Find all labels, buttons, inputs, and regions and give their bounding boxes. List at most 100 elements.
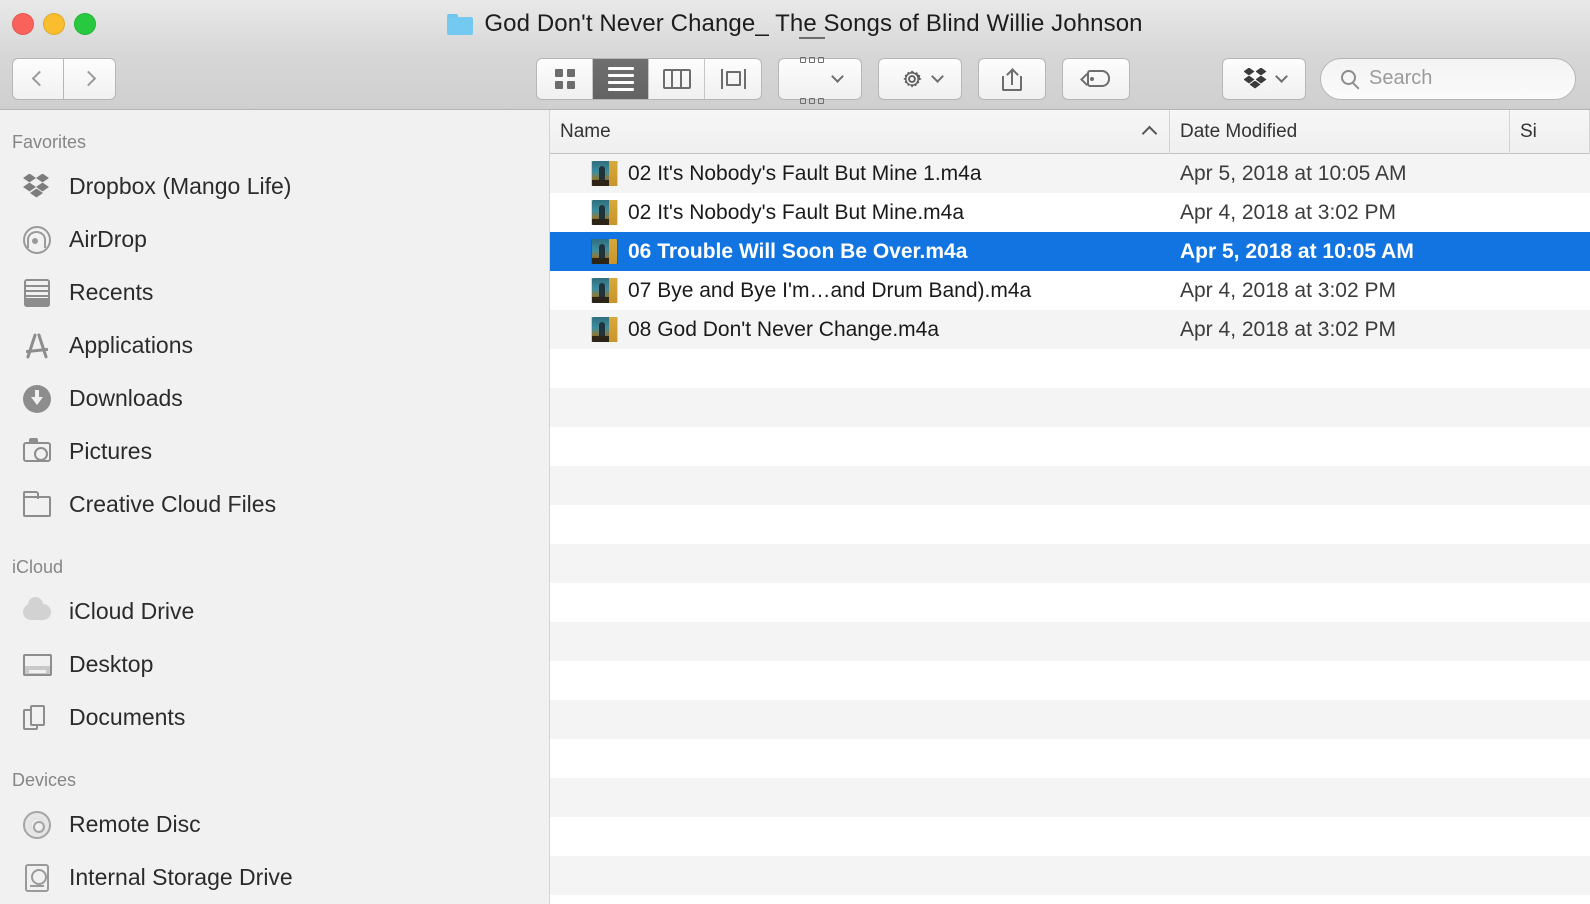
sidebar-item-label: Internal Storage Drive <box>69 864 293 890</box>
column-header-row: Name Date Modified Si <box>550 110 1590 154</box>
album-art-icon <box>592 161 617 186</box>
downloads-icon <box>22 384 52 414</box>
window-body: Favorites Dropbox (Mango Life) AirDrop R… <box>0 110 1590 904</box>
sidebar-item-label: AirDrop <box>69 226 147 252</box>
arrange-icon <box>798 36 825 121</box>
action-menu-button[interactable] <box>878 57 962 100</box>
chevron-down-icon <box>830 70 844 83</box>
sidebar-item-label: Creative Cloud Files <box>69 491 277 517</box>
file-name-cell: 07 Bye and Bye I'm…and Drum Band).m4a <box>550 278 1170 303</box>
sidebar-item-label: Desktop <box>69 651 154 677</box>
column-header-name[interactable]: Name <box>550 110 1170 154</box>
column-header-label: Date Modified <box>1180 120 1298 142</box>
sidebar-section-favorites-title: Favorites <box>12 131 87 152</box>
column-header-label: Si <box>1520 120 1537 142</box>
sidebar-item-recents[interactable]: Recents <box>0 266 549 319</box>
tag-button[interactable] <box>1062 57 1130 100</box>
column-header-label: Name <box>560 120 611 142</box>
album-art-icon <box>592 200 617 225</box>
window-title-area: God Don't Never Change_ The Songs of Bli… <box>0 0 1590 48</box>
documents-icon <box>22 704 52 732</box>
sidebar-item-airdrop[interactable]: AirDrop <box>0 213 549 266</box>
sidebar-item-downloads[interactable]: Downloads <box>0 372 549 425</box>
sidebar-item-label: Applications <box>69 332 194 358</box>
chevron-right-icon <box>80 70 96 87</box>
chevron-left-icon <box>31 70 48 87</box>
sidebar-item-internal-storage-drive[interactable]: Internal Storage Drive <box>0 851 549 904</box>
file-name-cell: 08 God Don't Never Change.m4a <box>550 317 1170 342</box>
album-art-icon <box>592 278 617 303</box>
dropbox-button[interactable] <box>1222 57 1306 100</box>
back-button[interactable] <box>12 57 64 100</box>
list-view-button[interactable] <box>593 58 649 99</box>
forward-button[interactable] <box>64 57 116 100</box>
file-name-label: 06 Trouble Will Soon Be Over.m4a <box>628 239 968 263</box>
applications-icon <box>22 332 52 360</box>
drive-icon <box>22 863 52 893</box>
file-name-label: 08 God Don't Never Change.m4a <box>628 317 940 341</box>
table-row[interactable]: 08 God Don't Never Change.m4a Apr 4, 201… <box>550 310 1590 349</box>
column-header-size[interactable]: Si <box>1510 110 1590 154</box>
date-modified-cell: Apr 5, 2018 at 10:05 AM <box>1180 161 1407 185</box>
arrange-button[interactable] <box>778 36 862 104</box>
folder-icon <box>22 490 52 520</box>
finder-window: God Don't Never Change_ The Songs of Bli… <box>0 0 1590 904</box>
share-button[interactable] <box>978 57 1046 100</box>
sidebar-item-label: Recents <box>69 279 154 305</box>
sidebar-item-label: Dropbox (Mango Life) <box>69 173 292 199</box>
page-title: God Don't Never Change_ The Songs of Bli… <box>484 10 1143 37</box>
empty-list-area[interactable] <box>550 349 1590 904</box>
date-modified-cell: Apr 4, 2018 at 3:02 PM <box>1180 278 1396 302</box>
icon-view-button[interactable] <box>537 58 593 99</box>
file-name-label: 02 It's Nobody's Fault But Mine 1.m4a <box>628 161 982 185</box>
gallery-view-button[interactable] <box>705 59 761 99</box>
sidebar-item-label: Remote Disc <box>69 811 201 837</box>
title-bar: God Don't Never Change_ The Songs of Bli… <box>0 0 1590 48</box>
table-row[interactable]: 02 It's Nobody's Fault But Mine.m4a Apr … <box>550 193 1590 232</box>
sidebar-item-label: iCloud Drive <box>69 598 195 624</box>
sidebar-item-creative-cloud-files[interactable]: Creative Cloud Files <box>0 478 549 531</box>
sidebar-item-label: Pictures <box>69 438 153 464</box>
column-view-button[interactable] <box>649 58 705 99</box>
toolbar: Search <box>0 36 1590 110</box>
share-icon <box>1002 67 1022 91</box>
file-name-cell: 02 It's Nobody's Fault But Mine.m4a <box>550 200 1170 225</box>
sidebar-section-devices-title: Devices <box>12 769 77 790</box>
recents-icon <box>22 278 52 308</box>
table-row[interactable]: 07 Bye and Bye I'm…and Drum Band).m4a Ap… <box>550 271 1590 310</box>
sidebar-item-remote-disc[interactable]: Remote Disc <box>0 798 549 851</box>
list-icon <box>607 66 634 91</box>
search-icon <box>1341 69 1356 85</box>
sidebar: Favorites Dropbox (Mango Life) AirDrop R… <box>0 110 550 904</box>
disc-icon <box>22 810 52 840</box>
file-list-pane: Name Date Modified Si 02 It's Nobody's F… <box>550 110 1590 904</box>
navigation-buttons <box>12 57 116 100</box>
sidebar-item-label: Documents <box>69 704 186 730</box>
sidebar-section-icloud-title: iCloud <box>12 556 64 577</box>
column-header-date-modified[interactable]: Date Modified <box>1170 110 1510 154</box>
search-placeholder: Search <box>1369 67 1433 89</box>
sidebar-item-applications[interactable]: Applications <box>0 319 549 372</box>
sidebar-item-dropbox[interactable]: Dropbox (Mango Life) <box>0 160 549 213</box>
gallery-icon <box>720 68 746 89</box>
airdrop-icon <box>22 225 52 255</box>
columns-icon <box>662 68 691 89</box>
gear-icon <box>902 69 922 88</box>
album-art-icon <box>592 239 617 264</box>
chevron-down-icon <box>930 70 944 83</box>
sidebar-item-icloud-drive[interactable]: iCloud Drive <box>0 585 549 638</box>
table-row-selected[interactable]: 06 Trouble Will Soon Be Over.m4a Apr 5, … <box>550 232 1590 271</box>
table-row[interactable]: 02 It's Nobody's Fault But Mine 1.m4a Ap… <box>550 154 1590 193</box>
search-input[interactable]: Search <box>1320 57 1576 100</box>
file-rows: 02 It's Nobody's Fault But Mine 1.m4a Ap… <box>550 154 1590 349</box>
file-name-cell: 06 Trouble Will Soon Be Over.m4a <box>550 239 1170 264</box>
view-mode-segmented-control <box>536 57 762 100</box>
sidebar-item-documents[interactable]: Documents <box>0 691 549 744</box>
desktop-icon <box>22 650 52 680</box>
chevron-down-icon <box>1274 70 1288 83</box>
dropbox-icon <box>1243 67 1269 91</box>
sidebar-item-pictures[interactable]: Pictures <box>0 425 549 478</box>
dropbox-icon <box>22 172 52 202</box>
sidebar-item-desktop[interactable]: Desktop <box>0 638 549 691</box>
album-art-icon <box>592 317 617 342</box>
